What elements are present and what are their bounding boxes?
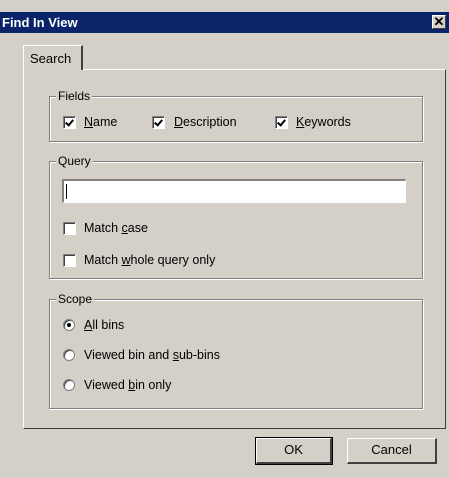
query-group: Query Match case Match whole query only xyxy=(49,154,423,279)
window-title: Find In View xyxy=(2,15,78,30)
name-checkbox-label[interactable]: Name xyxy=(84,115,117,129)
query-group-label: Query xyxy=(56,154,93,168)
match-case-checkbox[interactable] xyxy=(63,222,76,235)
cancel-button[interactable]: Cancel xyxy=(347,438,437,464)
tab-search[interactable]: Search xyxy=(23,45,83,70)
name-checkbox[interactable] xyxy=(63,116,76,129)
scope-group: Scope All bins Viewed bin and sub-bins V… xyxy=(49,292,423,409)
find-in-view-dialog: Find In View ✕ Search Fields Name Descri… xyxy=(0,0,449,478)
ok-button[interactable]: OK xyxy=(255,437,333,465)
description-checkbox[interactable] xyxy=(152,116,165,129)
viewed-bin-and-sub-bins-label[interactable]: Viewed bin and sub-bins xyxy=(84,348,220,362)
scope-group-label: Scope xyxy=(56,292,95,306)
close-icon: ✕ xyxy=(433,14,445,29)
close-button[interactable]: ✕ xyxy=(432,15,446,29)
text-caret xyxy=(66,184,67,199)
viewed-bin-only-label[interactable]: Viewed bin only xyxy=(84,378,171,392)
match-whole-query-label[interactable]: Match whole query only xyxy=(84,253,215,267)
all-bins-label[interactable]: All bins xyxy=(84,318,124,332)
viewed-bin-only-radio[interactable] xyxy=(63,379,75,391)
query-input[interactable] xyxy=(62,179,406,203)
match-whole-query-checkbox[interactable] xyxy=(63,254,76,267)
all-bins-radio[interactable] xyxy=(63,319,75,331)
fields-group-label: Fields xyxy=(56,89,93,103)
fields-group: Fields Name Description Keywords xyxy=(49,89,423,142)
keywords-checkbox[interactable] xyxy=(275,116,288,129)
title-bar[interactable]: Find In View ✕ xyxy=(0,12,449,33)
match-case-label[interactable]: Match case xyxy=(84,221,148,235)
description-checkbox-label[interactable]: Description xyxy=(174,115,237,129)
search-panel: Fields Name Description Keywords Query M… xyxy=(23,69,446,429)
keywords-checkbox-label[interactable]: Keywords xyxy=(296,115,351,129)
tab-search-label: Search xyxy=(30,51,72,66)
viewed-bin-and-sub-bins-radio[interactable] xyxy=(63,349,75,361)
